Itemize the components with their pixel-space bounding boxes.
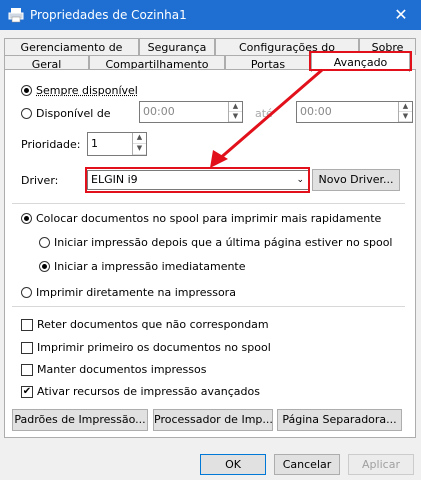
checkbox-advanced-features[interactable]: ✔ — [21, 386, 33, 398]
checkbox-hold-mismatched[interactable] — [21, 319, 33, 331]
radio-spool[interactable] — [21, 213, 32, 224]
spin-down-icon[interactable]: ▼ — [133, 144, 146, 155]
radio-print-direct[interactable] — [21, 287, 32, 298]
printer-icon — [8, 8, 24, 23]
ok-button[interactable]: OK — [200, 454, 266, 475]
close-icon[interactable]: ✕ — [387, 3, 415, 27]
spin-up-icon[interactable]: ▲ — [229, 102, 242, 112]
radio-start-after-last-page[interactable] — [39, 237, 50, 248]
to-time-value: 00:00 — [300, 105, 332, 118]
tab-seguranca[interactable]: Segurança — [139, 38, 215, 55]
from-time-value: 00:00 — [143, 105, 175, 118]
driver-label: Driver: — [21, 174, 59, 187]
checkbox-keep-printed[interactable] — [21, 364, 33, 376]
available-from-label[interactable]: Disponível de — [36, 107, 111, 120]
radio-start-immediately[interactable] — [39, 261, 50, 272]
priority-label: Prioridade: — [21, 138, 81, 151]
advanced-features-label[interactable]: Ativar recursos de impressão avançados — [37, 385, 260, 398]
start-immediately-label[interactable]: Iniciar a impressão imediatamente — [54, 260, 246, 273]
apply-button[interactable]: Aplicar — [348, 454, 414, 475]
radio-available-from[interactable] — [21, 108, 32, 119]
to-time-field[interactable]: 00:00 ▲ ▼ — [296, 101, 413, 123]
priority-field[interactable]: 1 ▲ ▼ — [87, 132, 147, 156]
print-direct-label[interactable]: Imprimir diretamente na impressora — [36, 286, 236, 299]
from-time-field[interactable]: 00:00 ▲ ▼ — [139, 101, 243, 123]
print-processor-button[interactable]: Processador de Imp... — [153, 409, 273, 431]
highlight-box-avancado-tab — [309, 51, 412, 71]
highlight-box-driver — [85, 167, 310, 193]
spin-up-icon[interactable]: ▲ — [399, 102, 412, 112]
advanced-tab-panel — [4, 69, 416, 438]
priority-value: 1 — [91, 137, 98, 150]
printer-properties-dialog: Propriedades de Cozinha1 ✕ Gerenciamento… — [0, 0, 421, 480]
window-title: Propriedades de Cozinha1 — [30, 8, 187, 22]
from-time-spinner[interactable]: ▲ ▼ — [228, 102, 242, 122]
spin-up-icon[interactable]: ▲ — [133, 133, 146, 144]
divider — [12, 203, 405, 204]
checkmark-icon: ✔ — [22, 386, 32, 397]
spin-down-icon[interactable]: ▼ — [229, 112, 242, 122]
until-label: até — [255, 107, 273, 120]
checkbox-print-spooled-first[interactable] — [21, 342, 33, 354]
cancel-button[interactable]: Cancelar — [274, 454, 340, 475]
priority-spinner[interactable]: ▲ ▼ — [132, 133, 146, 155]
spool-label[interactable]: Colocar documentos no spool para imprimi… — [36, 212, 381, 225]
printing-defaults-button[interactable]: Padrões de Impressão... — [12, 409, 148, 431]
hold-mismatched-label[interactable]: Reter documentos que não correspondam — [37, 318, 269, 331]
to-time-spinner[interactable]: ▲ ▼ — [398, 102, 412, 122]
title-bar[interactable]: Propriedades de Cozinha1 ✕ — [0, 0, 421, 30]
keep-printed-label[interactable]: Manter documentos impressos — [37, 363, 207, 376]
separator-page-button[interactable]: Página Separadora... — [277, 409, 402, 431]
start-after-last-page-label[interactable]: Iniciar impressão depois que a última pá… — [54, 236, 392, 249]
divider — [12, 306, 405, 307]
radio-always-available[interactable] — [21, 85, 32, 96]
always-available-label[interactable]: Sempre disponível — [36, 84, 138, 97]
print-spooled-first-label[interactable]: Imprimir primeiro os documentos no spool — [37, 341, 271, 354]
new-driver-button[interactable]: Novo Driver... — [312, 169, 400, 191]
spin-down-icon[interactable]: ▼ — [399, 112, 412, 122]
tab-gerenciamento-de-cores[interactable]: Gerenciamento de Cores — [4, 38, 139, 71]
